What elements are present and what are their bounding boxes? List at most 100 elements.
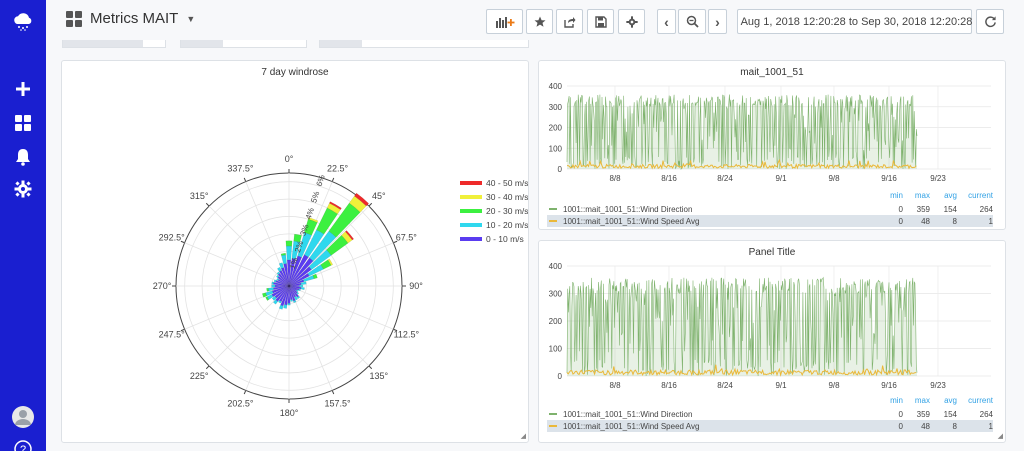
y-tick-label: 300 [549,103,563,112]
gear-icon [625,15,638,28]
angle-label: 67.5° [396,232,418,242]
windrose-bar-segment[interactable] [287,303,291,306]
x-tick-label: 8/8 [609,174,621,183]
legend-swatch[interactable] [460,209,482,213]
angular-tick [243,177,247,182]
windrose-bar-segment[interactable] [298,288,301,292]
legend-col-max[interactable]: max [903,191,930,203]
timeseries-graph: 400 300 200 100 0 8/8 8/16 8/24 9/1 9/8 9/16 9/23 [549,262,991,390]
series-min: 0 [898,421,903,431]
bar-chart-add-icon [495,16,514,28]
series-color-swatch[interactable] [549,425,557,427]
dashboard-grid-icon[interactable] [8,108,38,138]
windrose-bar-segment[interactable] [283,304,288,309]
legend-swatch[interactable] [460,195,482,199]
help-icon[interactable]: ? [8,434,38,451]
legend-col-avg[interactable]: avg [930,396,957,408]
angle-label: 22.5° [327,164,349,174]
legend-series-row[interactable]: 1001::mait_1001_51::Wind Direction 0 359… [547,203,993,215]
angle-label: 90° [409,281,423,291]
legend-label[interactable]: 10 - 20 m/s [486,220,528,230]
time-range-picker[interactable]: Aug 1, 2018 12:20:28 to Sep 30, 2018 12:… [737,9,972,34]
windrose-bar-segment[interactable] [271,281,275,285]
zoom-out-icon [686,15,699,28]
time-shift-back-button[interactable]: ‹ [657,9,676,34]
legend-col-current[interactable]: current [957,396,993,408]
x-tick-label: 8/16 [661,381,677,390]
legend-col-current[interactable]: current [957,191,993,203]
share-button[interactable] [556,9,583,34]
series-color-swatch[interactable] [549,208,557,210]
angular-tick [243,390,247,395]
avatar-icon[interactable] [8,402,38,432]
windrose-bar-segment[interactable] [290,299,293,302]
y-tick-label: 200 [549,317,563,326]
radial-tick-label: 4% [304,207,316,221]
angle-label: 157.5° [325,398,352,408]
windrose-bar-segment[interactable] [271,284,276,288]
series-color-swatch[interactable] [549,220,557,222]
legend-col-min[interactable]: min [876,191,903,203]
angular-grid-line [208,285,290,367]
zoom-out-button[interactable] [678,9,706,34]
resize-handle-icon[interactable]: ◢ [998,432,1003,440]
windrose-bar-segment[interactable] [299,284,304,288]
save-button[interactable] [587,9,614,34]
graph-panel: mait_1001_51 400 300 200 100 0 8/8 8/16 8/24 9/1… [538,60,1006,230]
plus-icon[interactable] [8,74,38,104]
angle-label: 135° [369,371,388,381]
resize-handle-icon[interactable]: ◢ [521,432,526,440]
legend-label[interactable]: 40 - 50 m/s [486,178,528,188]
legend-col-max[interactable]: max [903,396,930,408]
angular-grid-line [288,285,370,367]
legend-series-row[interactable]: 1001::mait_1001_51::Wind Speed Avg 0 48 … [547,215,993,227]
dashboard-picker[interactable]: Metrics MAIT ▼ [66,10,195,27]
y-tick-label: 200 [549,124,563,133]
legend-swatch[interactable] [460,223,482,227]
series-color-swatch[interactable] [549,413,557,415]
radial-tick-label: 5% [309,190,321,204]
legend-series-row[interactable]: 1001::mait_1001_51::Wind Direction 0 359… [547,408,993,420]
legend-swatch[interactable] [460,237,482,241]
series-max: 48 [921,421,930,431]
graph-panel: Panel Title 400 300 200 100 0 8/8 8/16 8/24 9/1 9… [538,240,1006,443]
bell-icon[interactable] [8,142,38,172]
refresh-button[interactable] [976,9,1004,34]
series-name[interactable]: 1001::mait_1001_51::Wind Speed Avg [563,422,876,431]
angular-grid-line [288,285,394,330]
time-shift-forward-button[interactable]: › [708,9,727,34]
legend-col-min[interactable]: min [876,396,903,408]
x-tick-label: 9/1 [775,174,787,183]
series-current: 1 [988,216,993,226]
legend-label[interactable]: 0 - 10 m/s [486,234,524,244]
angular-grid-line [184,242,290,287]
y-tick-label: 0 [558,372,563,381]
gear-icon[interactable] [8,174,38,204]
legend-swatch[interactable] [460,181,482,185]
star-button[interactable] [526,9,553,34]
windrose-chart: 0° 22.5° 45° 67.5° 90° 112.5° 135° 157.5° 180° 20… [153,154,528,418]
series-name[interactable]: 1001::mait_1001_51::Wind Speed Avg [563,217,876,226]
series-avg: 8 [952,421,957,431]
legend-col-avg[interactable]: avg [930,191,957,203]
windrose-bar-segment[interactable] [285,240,293,247]
series-name[interactable]: 1001::mait_1001_51::Wind Direction [563,205,876,214]
add-panel-button[interactable] [486,9,523,34]
timeseries-graph: 400 300 200 100 0 8/8 8/16 8/24 9/1 9/8 9/16 9/23 [549,82,991,183]
chevron-right-icon: › [715,13,720,30]
series-current: 1 [988,421,993,431]
save-icon [594,15,607,28]
x-tick-label: 9/23 [930,174,946,183]
legend-label[interactable]: 20 - 30 m/s [486,206,528,216]
angle-label: 45° [372,191,386,201]
settings-button[interactable] [618,9,645,34]
windrose-bar-segment[interactable] [300,287,305,290]
series-name[interactable]: 1001::mait_1001_51::Wind Direction [563,410,876,419]
legend-series-row[interactable]: 1001::mait_1001_51::Wind Speed Avg 0 48 … [547,420,993,432]
angular-tick [368,365,373,370]
legend-label[interactable]: 30 - 40 m/s [486,192,528,202]
cloud-logo-icon[interactable] [8,6,38,36]
x-tick-label: 9/23 [930,381,946,390]
dashboard-grid-icon [66,10,82,27]
windrose-bar-segment[interactable] [266,288,269,292]
